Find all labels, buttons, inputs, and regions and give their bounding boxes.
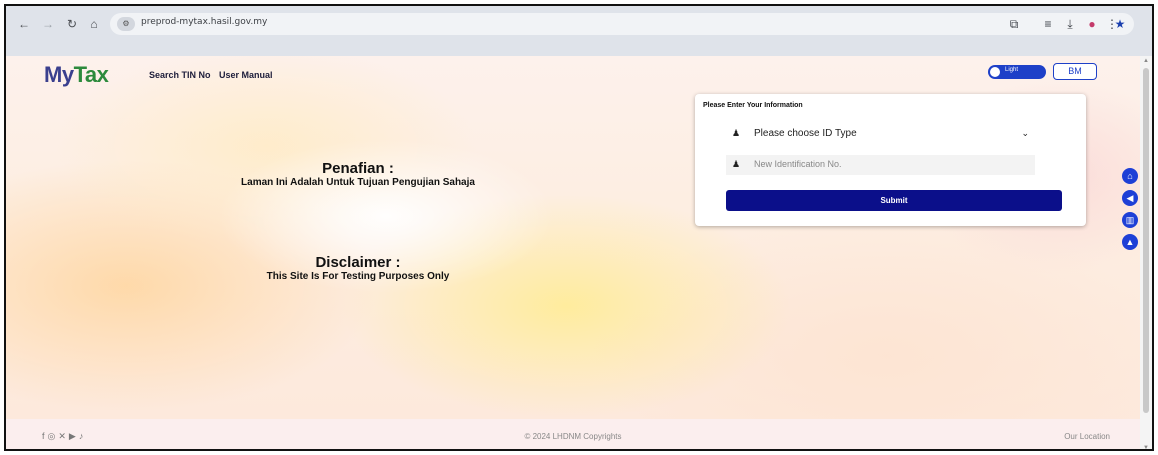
user-icon: ♟ [732,159,741,169]
reload-icon[interactable]: ↻ [62,14,82,34]
malay-disclaimer-title: Penafian : [322,160,394,177]
our-location-link[interactable]: Our Location [1064,432,1110,441]
scroll-thumb[interactable] [1143,68,1149,413]
tab-search-icon[interactable]: ≡ [1040,14,1056,34]
english-disclaimer: Disclaimer : This Site Is For Testing Pu… [118,254,598,282]
home-icon[interactable]: ⌂ [84,14,104,34]
submit-button[interactable]: Submit [726,190,1062,211]
id-number-input[interactable]: ♟ New Identification No. [726,155,1035,175]
english-disclaimer-title: Disclaimer : [315,254,401,271]
id-number-placeholder: New Identification No. [754,159,842,169]
nav-user-manual[interactable]: User Manual [219,70,273,80]
megaphone-icon[interactable]: ◀ [1122,190,1138,206]
english-disclaimer-text: This Site Is For Testing Purposes Only [266,271,450,282]
graduation-cap-icon[interactable]: ▲ [1122,234,1138,250]
page-scrollbar[interactable]: ▲ ▼ [1140,56,1152,449]
logo-my: My [44,62,74,87]
scroll-down-icon[interactable]: ▼ [1140,443,1152,449]
back-icon[interactable]: ← [14,14,34,34]
theme-toggle-label: Light [1005,67,1019,73]
profile-icon[interactable]: ● [1084,14,1100,34]
url-text[interactable]: preprod-mytax.hasil.gov.my [141,17,267,27]
logo-tax: Tax [73,62,109,87]
home-icon[interactable]: ⌂ [1122,168,1138,184]
user-icon: ♟ [732,128,741,138]
malay-disclaimer: Penafian : Laman Ini Adalah Untuk Tujuan… [118,160,598,188]
toggle-knob [990,67,1000,77]
extensions-icon[interactable]: ⧉ [1006,14,1022,34]
copyright-text: © 2024 LHDNM Copyrights [524,432,622,441]
malay-disclaimer-text: Laman Ini Adalah Untuk Tujuan Pengujian … [241,177,475,188]
download-icon[interactable]: ⤓ [1062,14,1078,34]
browser-toolbar: ← → ↻ ⌂ ⚙ preprod-mytax.hasil.gov.my ★ ⧉… [6,6,1152,56]
page-footer: f◎✕▶♪ © 2024 LHDNM Copyrights Our Locati… [6,419,1140,449]
forward-icon[interactable]: → [38,14,58,34]
theme-toggle[interactable]: Light [988,65,1046,79]
address-bar[interactable]: ⚙ preprod-mytax.hasil.gov.my ★ [110,13,1134,35]
login-card-title: Please Enter Your Information [703,102,803,109]
chevron-down-icon: ⌄ [1021,128,1029,138]
login-card: Please Enter Your Information ♟ Please c… [695,94,1086,226]
scroll-up-icon[interactable]: ▲ [1140,56,1152,66]
nav-search-tin[interactable]: Search TIN No [149,70,211,80]
mytax-logo[interactable]: MyTax [44,62,109,88]
page-content: MyTax Search TIN No User Manual Light BM… [6,56,1140,419]
id-type-placeholder: Please choose ID Type [754,128,857,139]
browser-window: ← → ↻ ⌂ ⚙ preprod-mytax.hasil.gov.my ★ ⧉… [4,4,1154,451]
book-icon[interactable]: ▥ [1122,212,1138,228]
id-type-select[interactable]: ♟ Please choose ID Type ⌄ [726,124,1035,144]
site-info-icon[interactable]: ⚙ [117,17,135,31]
language-button[interactable]: BM [1053,63,1097,80]
menu-icon[interactable]: ⋮ [1104,14,1120,34]
